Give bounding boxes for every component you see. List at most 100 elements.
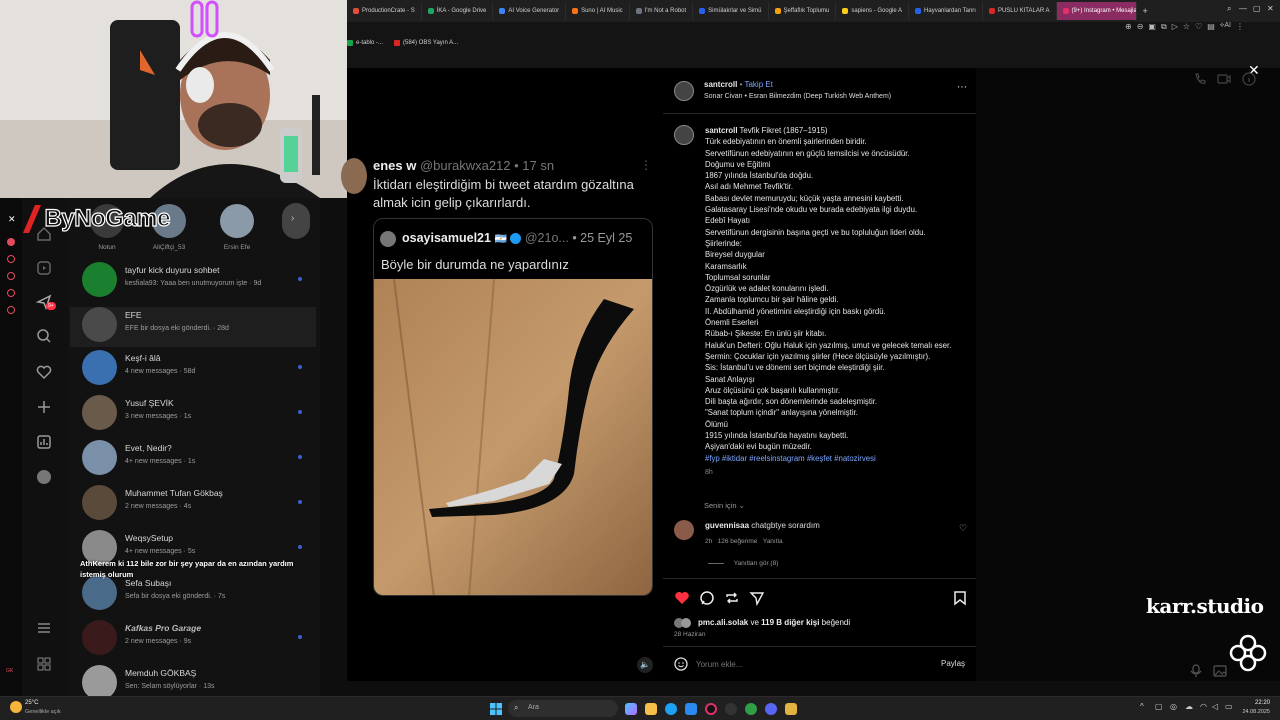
dm-conversation-row[interactable]: Sefa Subaşı Sefa bir dosya eki gönderdi. … — [82, 575, 312, 615]
notifications-heart-icon[interactable] — [36, 364, 52, 380]
audio-track[interactable]: Sonar Civan • Esran Bilmezdim (Deep Turk… — [704, 93, 891, 100]
wallet-icon[interactable]: ▤ — [1207, 22, 1215, 36]
create-icon[interactable] — [36, 399, 52, 415]
start-windows-icon[interactable] — [490, 703, 502, 715]
close-window-icon[interactable]: ✕ — [1267, 4, 1274, 13]
browser-tab[interactable]: İKA - Google Drive — [422, 2, 494, 20]
taskbar-search[interactable]: ⌕ Ara — [508, 700, 618, 717]
store-icon[interactable] — [685, 703, 697, 715]
weather-sun-icon[interactable] — [10, 701, 22, 713]
maximize-icon[interactable]: ▢ — [1253, 4, 1261, 13]
caption-avatar[interactable] — [674, 125, 694, 145]
edge-icon[interactable] — [665, 703, 677, 715]
browser-tab[interactable]: I'm Not a Robot — [630, 2, 694, 20]
mic-icon[interactable] — [1190, 664, 1202, 678]
image-icon[interactable] — [1213, 665, 1227, 677]
hashtags[interactable]: #fyp #iktidar #reelsinstagram #keşfet #n… — [705, 453, 967, 464]
info-icon[interactable] — [1242, 72, 1256, 86]
bookmark-item[interactable]: e-tablo -... — [347, 40, 383, 46]
discord-icon[interactable] — [765, 703, 777, 715]
dm-conversation-row[interactable]: Muhammet Tufan Gökbaş 2 new messages · 4s — [82, 485, 312, 525]
follow-button[interactable]: Takip Et — [744, 80, 772, 89]
post-comment-button[interactable]: Paylaş — [941, 659, 965, 668]
likes-user[interactable]: pmc.ali.solak — [698, 618, 748, 627]
play-icon[interactable] — [7, 255, 15, 263]
app-icon[interactable] — [785, 703, 797, 715]
spotify-icon[interactable] — [745, 703, 757, 715]
caption-username[interactable]: santcroll — [705, 126, 738, 135]
poster-username[interactable]: santcroll — [704, 80, 737, 89]
save-bookmark-icon[interactable] — [953, 590, 967, 606]
browser-tab[interactable]: Hayvanlardan Tanrı — [909, 2, 983, 20]
gk-icon[interactable]: GK — [6, 668, 13, 674]
heart-icon[interactable]: ♡ — [1195, 22, 1202, 36]
obs-icon[interactable] — [725, 703, 737, 715]
likes-others[interactable]: 119 B diğer kişi — [761, 618, 819, 627]
comment-likes[interactable]: 126 beğenme — [718, 538, 758, 545]
audio-call-icon[interactable] — [1193, 72, 1207, 86]
story-item[interactable]: Ersin Efe — [220, 204, 254, 251]
dm-conversation-row[interactable]: Keşf-i âlâ 4 new messages · 58d — [82, 350, 312, 390]
commenter-avatar[interactable] — [674, 520, 694, 540]
clock-date[interactable]: 24.08.2025 — [1236, 709, 1270, 715]
emoji-icon[interactable] — [674, 657, 688, 671]
ai-icon[interactable]: ⟡AI — [1220, 22, 1231, 36]
tray-chevron-icon[interactable]: ^ — [1140, 702, 1144, 711]
tweet-more-icon[interactable]: ⋮ — [640, 158, 652, 172]
wifi-icon[interactable]: ◠ — [1200, 702, 1207, 711]
browser-tab[interactable]: PUSLU KITALAR A — [983, 2, 1057, 20]
more-options-icon[interactable]: ⋯ — [957, 82, 967, 93]
browser-tab[interactable]: Şeffaflık Toplumu — [769, 2, 837, 20]
screenshot-icon[interactable]: ⧉ — [1161, 22, 1167, 36]
likes-summary[interactable]: pmc.ali.solak ve 119 B diğer kişi beğend… — [698, 618, 850, 627]
mute-icon[interactable]: 🔈 — [637, 657, 653, 673]
share-icon[interactable] — [749, 590, 765, 606]
settings-icon[interactable] — [7, 306, 15, 314]
dashboard-icon[interactable] — [36, 434, 52, 450]
weather-desc[interactable]: Genellikle açık — [25, 709, 61, 715]
file-explorer-icon[interactable] — [645, 703, 657, 715]
browser-tab[interactable]: sapiens - Google A — [836, 2, 910, 20]
close-icon[interactable]: ✕ — [8, 214, 16, 225]
comment-like-icon[interactable]: ♡ — [959, 523, 967, 534]
play-icon[interactable]: ▷ — [1172, 22, 1178, 36]
poster-avatar[interactable] — [674, 81, 694, 101]
zoom-out-icon[interactable]: ⊖ — [1137, 22, 1144, 36]
extension-icon[interactable]: ▣ — [1148, 22, 1156, 36]
onedrive-icon[interactable]: ☁ — [1185, 702, 1193, 711]
clock-icon[interactable] — [7, 289, 15, 297]
dm-conversation-row[interactable]: Evet, Nedir? 4+ new messages · 1s — [82, 440, 312, 480]
reels-icon[interactable] — [36, 260, 52, 276]
copilot-icon[interactable] — [625, 703, 637, 715]
video-call-icon[interactable] — [1217, 72, 1231, 86]
profile-avatar[interactable] — [37, 470, 51, 484]
browser-tab[interactable]: Suno | AI Music — [566, 2, 630, 20]
search-icon[interactable] — [36, 328, 52, 344]
apps-icon[interactable] — [36, 656, 52, 672]
search-tabs-icon[interactable]: ⌕ — [1227, 4, 1231, 14]
browser-tab[interactable]: ProductionCrate - S — [347, 2, 422, 20]
comment-filter[interactable]: Senin için ⌄ — [704, 501, 745, 510]
dm-conversation-row[interactable]: EFE EFE bir dosya eki gönderdi. · 28d — [70, 307, 316, 347]
comment-input[interactable] — [696, 657, 926, 671]
browser-tab[interactable]: Simülakrlar ve Simü — [693, 2, 769, 20]
volume-icon[interactable]: ◁ — [1212, 702, 1218, 711]
like-heart-icon[interactable] — [674, 590, 690, 606]
rec-icon[interactable] — [7, 238, 15, 246]
link-icon[interactable] — [7, 272, 15, 280]
comment-username[interactable]: guvennisaa — [705, 521, 749, 530]
dm-conversation-row[interactable]: tayfur kick duyuru sohbet kesfiala93: Yaa… — [82, 262, 312, 302]
network-icon[interactable]: ◎ — [1170, 702, 1177, 711]
new-tab-button[interactable]: + — [1137, 2, 1154, 20]
dm-conversation-row[interactable]: Yusuf ŞEVİK 3 new messages · 1s — [82, 395, 312, 435]
zoom-icon[interactable]: ⊕ — [1125, 22, 1132, 36]
clock-time[interactable]: 22:20 — [1240, 700, 1270, 706]
browser-tab[interactable]: AI Voice Generator — [493, 2, 567, 20]
bookmark-item[interactable]: (584) OBS Yayın A... — [394, 40, 458, 46]
battery-icon[interactable]: ▭ — [1225, 702, 1233, 711]
comment-icon[interactable] — [699, 590, 715, 606]
view-replies-button[interactable]: Yanıtları gör (8) — [708, 560, 778, 567]
bookmark-star-icon[interactable]: ☆ — [1183, 22, 1190, 36]
tray-icon[interactable]: ▢ — [1155, 702, 1163, 711]
reply-button[interactable]: Yanıtla — [763, 538, 783, 545]
